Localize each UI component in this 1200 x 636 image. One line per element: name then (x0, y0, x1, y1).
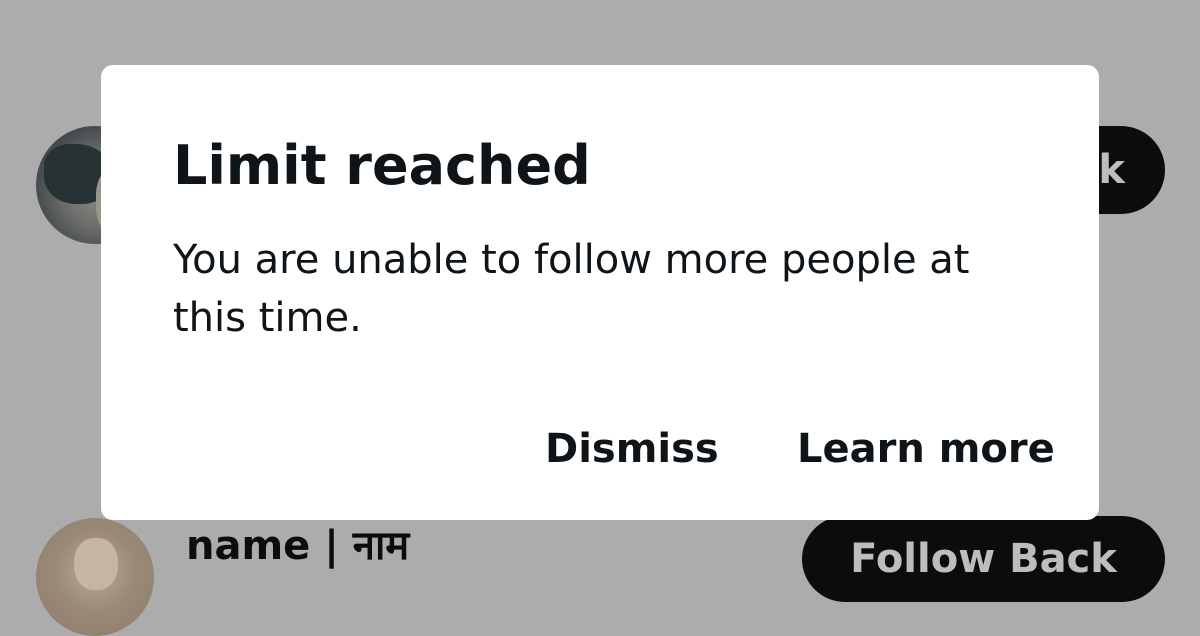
follow-back-button: Follow Back (802, 516, 1165, 602)
dialog-title: Limit reached (173, 134, 591, 197)
avatar (36, 518, 154, 636)
user-display-name: name | नाम (186, 523, 410, 569)
dismiss-button[interactable]: Dismiss (545, 429, 719, 469)
limit-reached-dialog: Limit reached You are unable to follow m… (101, 65, 1099, 520)
learn-more-button[interactable]: Learn more (797, 429, 1055, 469)
avatar-figure-shape (74, 538, 118, 590)
dialog-message: You are unable to follow more people at … (173, 237, 970, 341)
